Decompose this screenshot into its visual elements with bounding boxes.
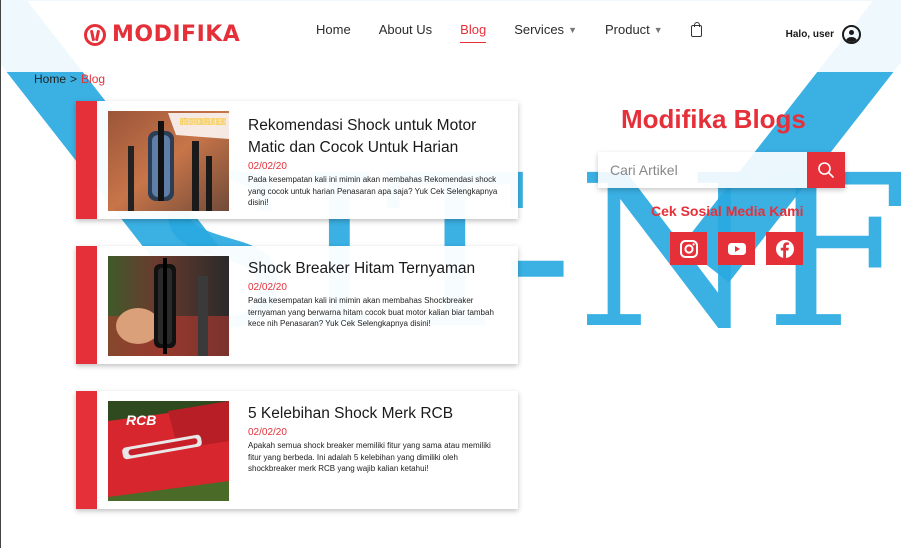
search-icon (818, 162, 834, 178)
nav-blog[interactable]: Blog (460, 22, 487, 43)
search-button[interactable] (807, 152, 845, 188)
blog-card[interactable]: RCB 5 Kelebihan Shock Merk RCB 02/02/20 … (76, 391, 518, 509)
chevron-down-icon: ▼ (653, 24, 663, 35)
breadcrumb-current: Blog (81, 72, 106, 86)
social-links (670, 232, 803, 265)
post-image-label: RCB (126, 412, 156, 428)
card-accent-bar (76, 246, 97, 364)
card-accent-bar (76, 101, 97, 219)
brand-logo-icon (84, 23, 106, 46)
nav-about-us[interactable]: About Us (379, 22, 432, 37)
page-left-border (0, 0, 1, 548)
post-image-label: NEW ITEMS! SHOCK RP 240 320MM UNIVERSAL … (180, 117, 226, 128)
chevron-down-icon: ▼ (568, 24, 577, 35)
user-menu[interactable]: Halo, user (786, 25, 861, 44)
youtube-button[interactable] (718, 232, 755, 265)
facebook-button[interactable] (766, 232, 803, 265)
post-date: 02/02/20 (248, 282, 287, 293)
search-input[interactable] (598, 152, 807, 188)
nav-product[interactable]: Product ▼ (605, 22, 663, 37)
nav-product-label: Product (604, 22, 650, 37)
post-body: Shock Breaker Hitam Ternyaman 02/02/20 P… (248, 258, 498, 330)
instagram-icon (679, 239, 698, 258)
post-date: 02/02/20 (248, 161, 287, 172)
nav-services-label: Services (514, 22, 565, 37)
facebook-icon (775, 239, 794, 258)
post-body: 5 Kelebihan Shock Merk RCB 02/02/20 Apak… (248, 403, 498, 475)
card-accent-bar (76, 391, 97, 509)
nav-home[interactable]: Home (316, 22, 351, 37)
post-thumbnail[interactable]: RCB (108, 401, 229, 501)
post-excerpt: Pada kesempatan kali ini mimin akan memb… (248, 175, 498, 207)
user-greeting: Halo, user (785, 29, 834, 40)
post-excerpt: Apakah semua shock breaker memiliki fitu… (248, 441, 491, 473)
blog-card[interactable]: NEW ITEMS! SHOCK RP 240 320MM UNIVERSAL … (76, 101, 518, 219)
post-title[interactable]: Shock Breaker Hitam Ternyaman (248, 258, 498, 280)
nav-services[interactable]: Services ▼ (514, 22, 577, 37)
site-header: MODIFIKA Home About Us Blog Services ▼ P… (0, 0, 901, 72)
breadcrumb-separator: > (70, 72, 78, 86)
breadcrumb: Home > Blog (34, 72, 105, 86)
nav-cart[interactable] (690, 21, 702, 37)
post-excerpt: Pada kesempatan kali ini mimin akan memb… (248, 296, 494, 328)
sidebar-title: Modifika Blogs (621, 104, 806, 134)
post-thumbnail[interactable]: NEW ITEMS! SHOCK RP 240 320MM UNIVERSAL … (108, 111, 229, 211)
main-nav: Home About Us Blog Services ▼ Product ▼ (316, 21, 702, 43)
article-search (598, 152, 845, 188)
brand-name: MODIFIKA (112, 22, 241, 47)
post-title[interactable]: 5 Kelebihan Shock Merk RCB (248, 403, 498, 425)
user-avatar-icon (842, 25, 861, 44)
post-thumbnail[interactable] (108, 256, 229, 356)
post-body: Rekomendasi Shock untuk Motor Matic dan … (248, 115, 498, 209)
shopping-bag-icon (690, 21, 702, 37)
post-date: 02/02/20 (248, 427, 287, 438)
youtube-icon (727, 242, 746, 255)
social-label: Cek Sosial Media Kami (651, 203, 804, 219)
instagram-button[interactable] (670, 232, 707, 265)
blog-card[interactable]: Shock Breaker Hitam Ternyaman 02/02/20 P… (76, 246, 518, 364)
brand-logo[interactable]: MODIFIKA (84, 22, 240, 47)
breadcrumb-home[interactable]: Home (34, 72, 66, 86)
post-title[interactable]: Rekomendasi Shock untuk Motor Matic dan … (248, 115, 498, 159)
